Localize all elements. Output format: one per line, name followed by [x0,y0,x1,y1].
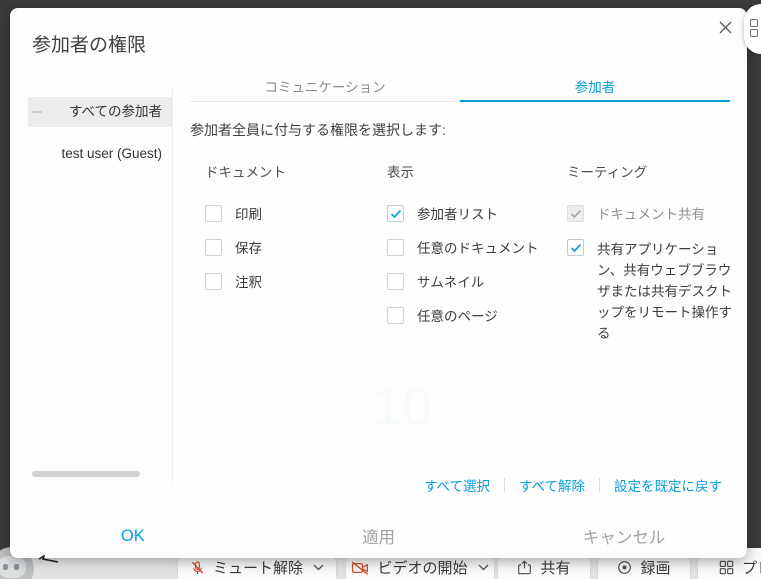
permission-group-document: ドキュメント 印刷 保存 注釈 [205,161,286,307]
checkbox-any-document[interactable]: 任意のドキュメント [387,239,539,258]
avatar-eye [3,564,8,570]
dialog-footer: OK 適用 キャンセル [10,516,747,556]
checkbox-participant-list[interactable]: 参加者リスト [387,205,539,224]
permission-group-view: 表示 参加者リスト 任意のドキュメント サムネイル 任意のページ [387,161,539,341]
mic-muted-icon [190,560,205,576]
tab-communications[interactable]: コミュニケーション [190,76,460,102]
close-button[interactable] [713,15,737,39]
link-separator [599,478,600,492]
video-muted-icon [351,561,369,575]
checkbox-box[interactable] [387,273,404,290]
screen: ミュート解除 ビデオの開始 共有 録画 プレ [0,0,761,579]
cancel-button[interactable]: キャンセル [501,524,747,548]
tab-bar: コミュニケーション 参加者 [190,76,730,102]
layout-label: プレ [742,557,761,578]
check-icon [570,209,582,219]
checkbox-thumbnails[interactable]: サムネイル [387,273,539,292]
checkbox-document-share: ドキュメント共有 [567,205,735,224]
checkbox-box[interactable] [205,273,222,290]
reset-defaults-link[interactable]: 設定を既定に戻す [614,475,722,495]
floating-panel-edge[interactable] [744,4,761,54]
checkbox-box[interactable] [387,205,404,222]
selected-item-dash [32,111,42,113]
chevron-down-icon[interactable] [478,564,489,571]
share-icon [517,560,532,575]
apply-button[interactable]: 適用 [256,524,502,548]
group-title: ミーティング [567,161,735,181]
checkbox-box[interactable] [567,239,584,256]
participants-count-icon [750,29,758,37]
ok-button[interactable]: OK [10,527,256,546]
close-icon [719,21,732,34]
mouse-cursor [38,555,60,567]
sidebar-divider [172,88,173,483]
watermark: 10 [372,376,432,438]
checkbox-any-page[interactable]: 任意のページ [387,307,539,326]
record-label: 録画 [640,557,670,578]
record-icon [617,560,632,575]
checkbox-box[interactable] [205,239,222,256]
permission-group-meeting: ミーティング ドキュメント共有 共有アプリケーション、共有ウェブブラウザまたは共… [567,161,735,356]
select-all-link[interactable]: すべて選択 [424,475,490,495]
participants-count-icon [750,19,758,27]
check-icon [390,209,402,219]
participant-privileges-dialog: 参加者の権限 すべての参加者 test user (Guest) コミュニケーシ… [10,8,747,558]
checkbox-annotate[interactable]: 注釈 [205,273,286,292]
unmute-label: ミュート解除 [213,557,303,578]
checkbox-print[interactable]: 印刷 [205,205,286,224]
instruction-text: 参加者全員に付与する権限を選択します: [190,120,446,140]
dialog-title: 参加者の権限 [32,30,146,57]
checkbox-box[interactable] [387,239,404,256]
link-separator [504,478,505,492]
sidebar-item-test-user[interactable]: test user (Guest) [28,140,172,168]
bulk-links: すべて選択 すべて解除 設定を既定に戻す [424,475,722,495]
share-label: 共有 [540,557,570,578]
clear-all-link[interactable]: すべて解除 [519,475,585,495]
start-video-label: ビデオの開始 [377,557,467,578]
checkbox-box[interactable] [205,205,222,222]
check-icon [570,243,582,253]
checkbox-box [567,205,584,222]
layout-grid-icon [719,560,734,575]
group-title: 表示 [387,161,539,181]
sidebar-horizontal-scrollbar[interactable] [32,471,140,477]
tab-participants[interactable]: 参加者 [460,76,730,102]
sidebar-item-all-participants[interactable]: すべての参加者 [28,97,172,127]
checkbox-save[interactable]: 保存 [205,239,286,258]
avatar-eye [14,564,19,570]
checkbox-remote-control[interactable]: 共有アプリケーション、共有ウェブブラウザまたは共有デスクトップをリモート操作する [567,239,735,344]
group-title: ドキュメント [205,161,286,181]
chevron-down-icon[interactable] [313,564,324,571]
checkbox-box[interactable] [387,307,404,324]
